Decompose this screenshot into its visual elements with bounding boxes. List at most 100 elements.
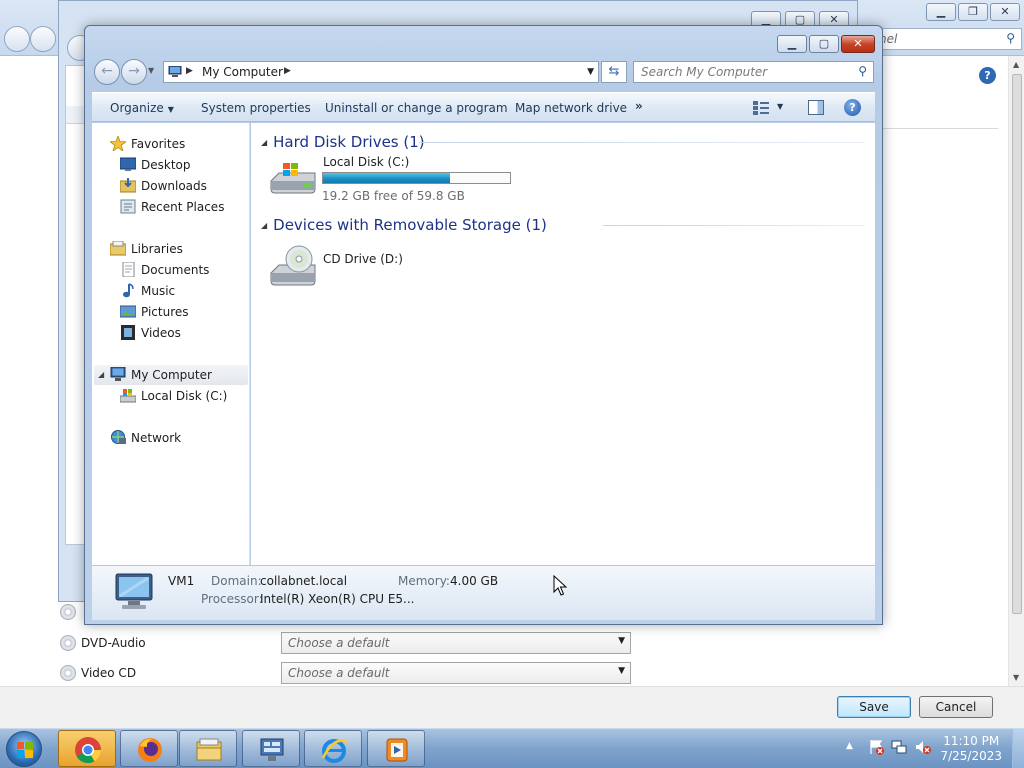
system-tray: ▲ 11:10 PM 7/25/2023 <box>842 729 1024 768</box>
help-icon[interactable]: ? <box>979 67 996 84</box>
maximize-button[interactable]: ▢ <box>809 35 839 53</box>
address-bar[interactable]: ▶ My Computer ▶ ▼ <box>163 61 599 83</box>
domain-value: collabnet.local <box>260 574 348 588</box>
nav-local-disk[interactable]: Local Disk (C:) <box>120 386 245 406</box>
show-hidden-icons-icon[interactable]: ▲ <box>846 741 853 751</box>
forward-button[interactable] <box>30 26 56 52</box>
taskbar-media-player[interactable] <box>367 730 425 767</box>
address-dropdown-icon[interactable]: ▼ <box>587 67 594 77</box>
nav-desktop[interactable]: Desktop <box>120 155 240 175</box>
divider <box>880 128 998 129</box>
preview-pane-icon[interactable] <box>808 100 824 115</box>
group-header-removable[interactable]: ◢ Devices with Removable Storage (1) <box>261 216 547 234</box>
dropdown-arrow-icon: ▼ <box>618 666 625 676</box>
computer-name: VM1 <box>168 574 195 588</box>
clock-date: 7/25/2023 <box>940 749 1002 763</box>
hard-drive-icon <box>270 163 316 194</box>
scroll-thumb[interactable] <box>1012 74 1022 614</box>
nav-recent-places[interactable]: Recent Places <box>120 197 245 217</box>
nav-favorites[interactable]: Favorites <box>110 134 240 154</box>
taskbar-control-panel[interactable] <box>242 730 300 767</box>
autoplay-select[interactable]: Choose a default ▼ <box>281 662 631 684</box>
action-center-icon[interactable] <box>868 739 884 755</box>
show-desktop-button[interactable] <box>1012 729 1024 768</box>
map-network-drive-button[interactable]: Map network drive <box>515 101 627 115</box>
breadcrumb[interactable]: My Computer <box>202 65 283 79</box>
taskbar-internet-explorer[interactable] <box>304 730 362 767</box>
scroll-down-icon[interactable]: ▼ <box>1013 673 1019 682</box>
ie-icon <box>321 739 348 763</box>
group-divider <box>603 225 865 226</box>
save-button[interactable]: Save <box>837 696 911 718</box>
minimize-button[interactable]: ▁ <box>926 3 956 21</box>
stacked-window-pane <box>65 65 85 545</box>
memory-label: Memory: <box>398 574 450 588</box>
videos-icon <box>121 325 135 340</box>
search-input[interactable]: Search My Computer ⚲ <box>633 61 874 83</box>
system-properties-button[interactable]: System properties <box>201 101 311 115</box>
taskbar-explorer[interactable] <box>179 730 237 767</box>
taskbar-chrome[interactable] <box>58 730 116 767</box>
uninstall-program-button[interactable]: Uninstall or change a program <box>325 101 508 115</box>
taskbar-firefox[interactable] <box>120 730 178 767</box>
close-button[interactable]: ✕ <box>841 35 875 53</box>
back-button[interactable]: ← <box>94 59 120 85</box>
content-pane: ◢ Hard Disk Drives (1) Local Disk (C:) 19… <box>251 123 875 565</box>
restore-button[interactable]: ❐ <box>958 3 988 21</box>
music-icon <box>123 283 134 298</box>
minimize-button[interactable]: ▁ <box>777 35 807 53</box>
group-header-hard-disk[interactable]: ◢ Hard Disk Drives (1) <box>261 133 425 151</box>
view-options-icon[interactable]: ▼ <box>777 102 783 111</box>
documents-icon <box>122 262 135 277</box>
back-button[interactable] <box>4 26 30 52</box>
drive-c[interactable]: Local Disk (C:) 19.2 GB free of 59.8 GB <box>261 155 531 203</box>
dropdown-arrow-icon: ▼ <box>618 636 625 646</box>
autoplay-label: Video CD <box>81 666 137 680</box>
more-commands-button[interactable]: » <box>635 99 643 113</box>
autoplay-select[interactable]: Choose a default ▼ <box>281 632 631 654</box>
network-icon <box>111 430 126 444</box>
collapse-arrow-icon[interactable]: ◢ <box>261 221 267 230</box>
drive-d[interactable]: CD Drive (D:) <box>261 241 461 289</box>
dvd-audio-icon <box>60 635 76 651</box>
chevron-down-icon: ▼ <box>167 105 174 114</box>
windows-logo-icon <box>17 742 33 758</box>
change-view-icon[interactable] <box>753 101 769 115</box>
nav-music[interactable]: Music <box>120 281 240 301</box>
search-icon: ⚲ <box>858 64 867 78</box>
nav-network[interactable]: Network <box>110 428 240 448</box>
refresh-button[interactable]: ⇆ <box>601 61 627 83</box>
forward-button[interactable]: → <box>121 59 147 85</box>
breadcrumb-arrow-icon[interactable]: ▶ <box>186 66 193 76</box>
chrome-icon <box>75 737 102 764</box>
hard-drive-icon <box>120 389 136 403</box>
nav-documents[interactable]: Documents <box>120 260 240 280</box>
clock-time: 11:10 PM <box>943 734 1000 748</box>
clock[interactable]: 11:10 PM 7/25/2023 <box>940 734 1002 764</box>
organize-button[interactable]: Organize ▼ <box>110 101 174 115</box>
autoplay-label: DVD-Audio <box>81 636 146 650</box>
computer-icon <box>115 573 153 609</box>
breadcrumb-arrow-icon[interactable]: ▶ <box>284 66 291 76</box>
cancel-button[interactable]: Cancel <box>919 696 993 718</box>
desktop-icon <box>120 157 136 171</box>
expand-arrow-icon[interactable]: ◢ <box>98 370 104 379</box>
nav-downloads[interactable]: Downloads <box>120 176 240 196</box>
search-input[interactable]: nel ⚲ <box>872 28 1022 50</box>
collapse-arrow-icon[interactable]: ◢ <box>261 138 267 147</box>
volume-muted-icon[interactable] <box>915 739 931 755</box>
network-status-icon[interactable] <box>891 739 907 755</box>
recent-pages-icon[interactable]: ▼ <box>148 66 154 75</box>
command-bar: Organize ▼ System properties Uninstall or… <box>92 92 875 122</box>
nav-my-computer[interactable]: ◢ My Computer <box>94 365 248 385</box>
nav-libraries[interactable]: Libraries <box>110 239 240 259</box>
start-button[interactable] <box>6 731 42 767</box>
scroll-up-icon[interactable]: ▲ <box>1013 60 1019 69</box>
nav-videos[interactable]: Videos <box>120 323 240 343</box>
nav-label: Favorites <box>131 137 186 151</box>
nav-pictures[interactable]: Pictures <box>120 302 240 322</box>
close-button[interactable]: ✕ <box>990 3 1020 21</box>
help-icon[interactable]: ? <box>844 99 861 116</box>
nav-label: Music <box>141 284 176 298</box>
scrollbar[interactable]: ▲ ▼ <box>1008 56 1024 686</box>
